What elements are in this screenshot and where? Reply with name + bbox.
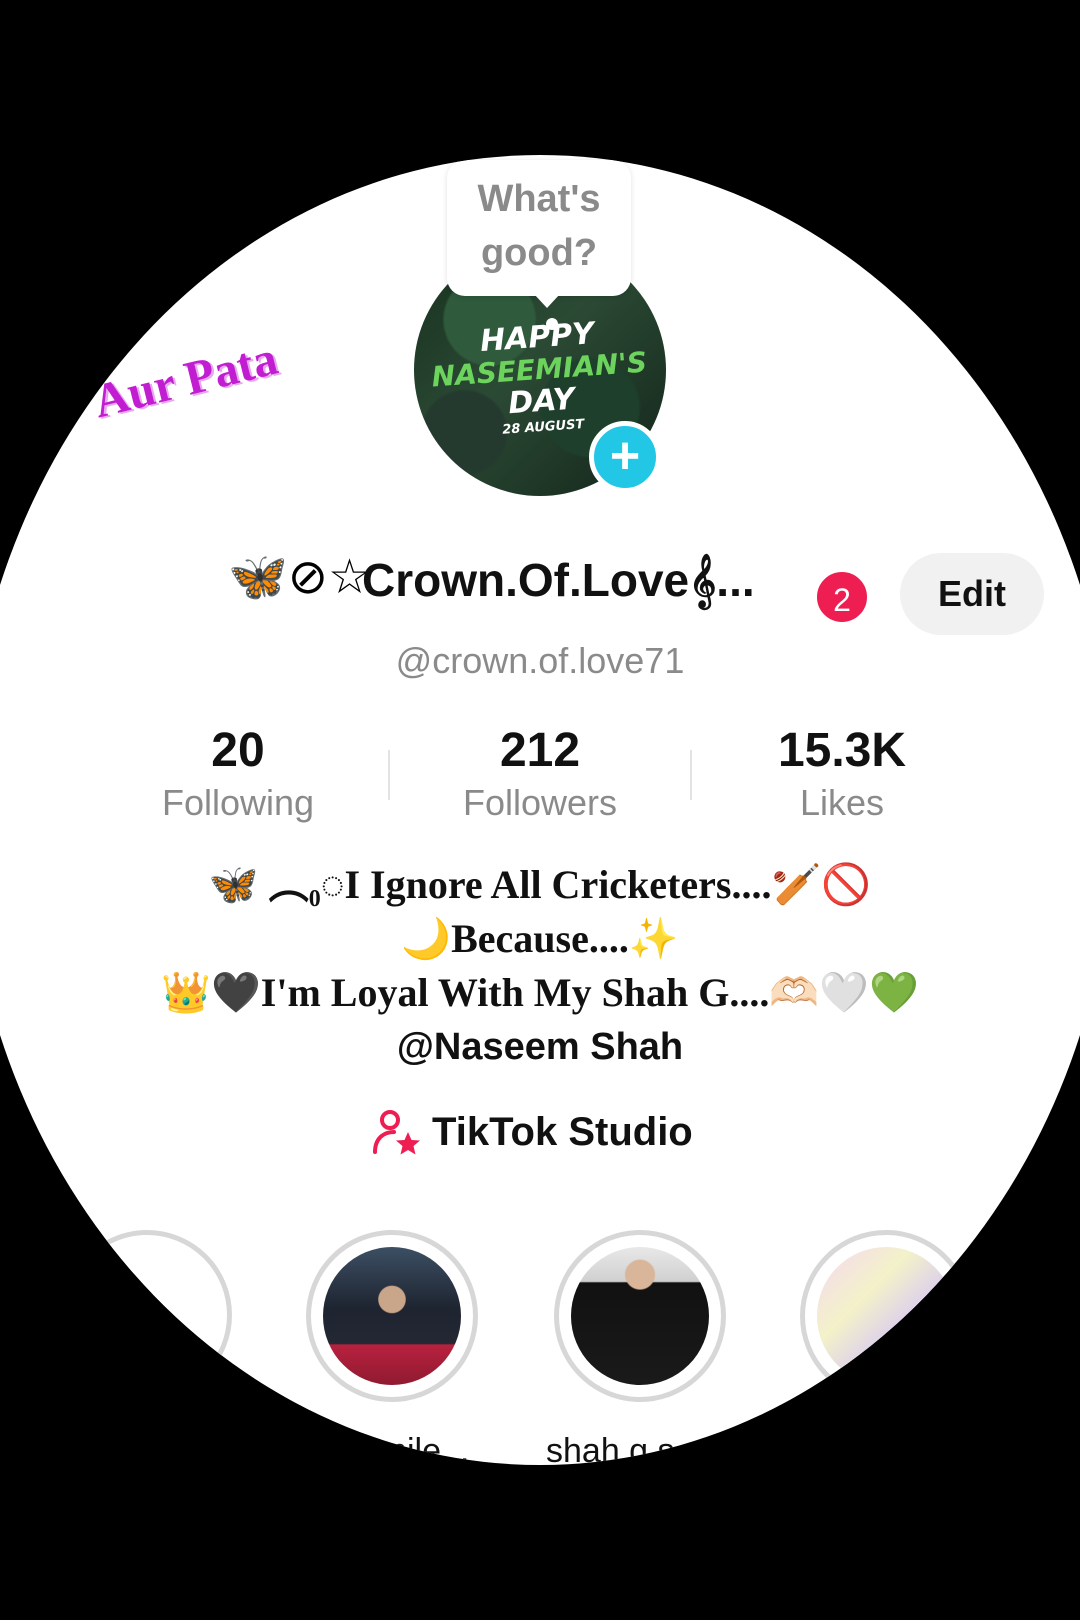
stat-likes-label: Likes	[799, 782, 885, 823]
sparkle-icon	[546, 318, 558, 330]
name-row: 🦋⊘☆ Crown.Of.Love𝄞...	[228, 540, 848, 620]
tiktok-studio-label: TikTok Studio	[432, 1110, 693, 1154]
highlight-thumbnail	[817, 1247, 955, 1385]
stat-following-value: 20	[211, 724, 265, 777]
tooltip-line1: What's	[477, 178, 601, 220]
edit-profile-button[interactable]: Edit	[900, 553, 1044, 635]
bio-line3: 👑🖤I'm Loyal With My Shah G....🫶🏻🤍💚	[161, 970, 919, 1015]
tooltip-tail	[534, 294, 560, 308]
stat-followers-value: 212	[499, 724, 581, 777]
highlight-item[interactable]	[554, 1230, 726, 1402]
status-tooltip[interactable]: What's good?	[447, 160, 631, 296]
stat-divider	[690, 750, 692, 800]
username: @crown.of.love71	[395, 640, 685, 681]
stat-following[interactable]: 20 Following	[118, 722, 358, 826]
bio-mention-link[interactable]: @Naseem Shah	[0, 1020, 1080, 1074]
bio-line2: 🌙Because....✨	[401, 916, 679, 961]
tooltip-line2: good?	[480, 232, 598, 274]
bio: 🦋 ︵₀◌I Ignore All Cricketers....🏏🚫 🌙Beca…	[0, 858, 1080, 1074]
highlight-thumbnail	[571, 1247, 709, 1385]
profile-card: Aur Pata HAPPY NASEEMIAN'S DAY 28 AUGUST…	[0, 155, 1080, 1465]
stat-followers[interactable]: 212 Followers	[420, 722, 660, 826]
new-highlight-button[interactable]: +	[62, 1230, 232, 1400]
highlight-label: Smile...	[356, 1432, 470, 1465]
stat-likes-value: 15.3K	[777, 724, 907, 777]
highlight-label: shah g s	[546, 1432, 675, 1465]
notification-badge[interactable]: 2	[814, 569, 870, 625]
highlight-item[interactable]	[800, 1230, 972, 1402]
bio-line1: 🦋 ︵₀◌I Ignore All Cricketers....🏏🚫	[208, 862, 872, 907]
highlight-thumbnail	[323, 1247, 461, 1385]
stat-likes[interactable]: 15.3K Likes	[722, 722, 962, 826]
name-decoration: 🦋⊘☆	[228, 551, 372, 604]
highlight-item[interactable]	[306, 1230, 478, 1402]
stat-divider	[388, 750, 390, 800]
stat-followers-label: Followers	[462, 782, 618, 823]
studio-person-star-icon	[373, 1110, 420, 1155]
display-name: Crown.Of.Love𝄞...	[362, 554, 755, 606]
stat-following-label: Following	[161, 782, 315, 823]
add-story-button[interactable]: +	[589, 421, 661, 493]
sticker-text: Aur Pata	[88, 331, 283, 429]
plus-icon: +	[119, 1266, 166, 1355]
